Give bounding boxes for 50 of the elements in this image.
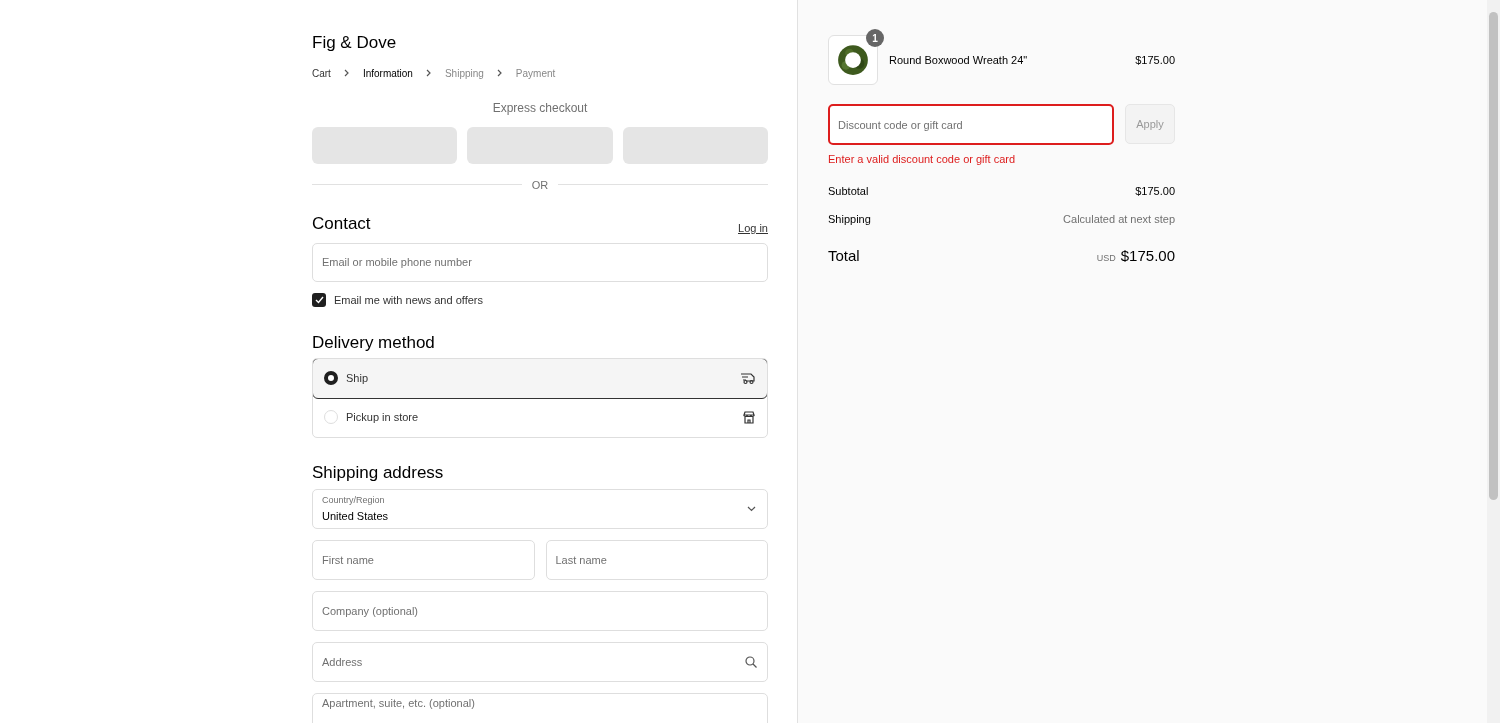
product-name: Round Boxwood Wreath 24" [889,52,1029,68]
radio-button[interactable] [324,371,338,385]
error-message: Enter a valid discount code or gift card [828,152,1017,167]
store-name: Fig & Dove [312,32,398,54]
product-price: $175.00 [1135,52,1175,68]
country-select[interactable]: Country/Region United States [312,489,768,529]
express-payment-button[interactable] [622,126,768,164]
text-field[interactable]: Apartment, suite, etc. (optional) [312,693,768,723]
shipping-value: Calculated at next step [1063,212,1175,227]
express-payment-button[interactable] [312,126,458,164]
option-label: Ship [346,370,370,386]
chevron-right-icon [342,69,351,77]
newsletter-checkbox[interactable] [312,292,326,307]
store-icon [742,410,756,424]
subtotal-label: Subtotal [828,183,869,199]
scrollbar[interactable] [1487,0,1500,723]
search-icon [745,656,757,668]
shipping-label: Shipping [828,212,871,227]
quantity-badge: 1 [866,29,884,47]
section-heading: Delivery method [312,332,436,354]
login-link[interactable]: Log in [738,220,768,237]
breadcrumb-link[interactable]: Information [362,65,413,81]
chevron-right-icon [424,69,433,77]
truck-icon [740,371,756,385]
breadcrumb-link[interactable]: Shipping [444,65,484,81]
address-field[interactable]: Address [312,642,768,682]
currency-code: USD [1096,251,1116,265]
chevron-right-icon [495,69,504,77]
subtotal-value: $175.00 [1135,183,1175,199]
select-value: United States [322,508,390,524]
total-label: Total [828,245,860,266]
text-field[interactable]: Company (optional) [312,591,768,631]
text-field[interactable]: First name [312,540,535,580]
chevron-down-icon [747,506,756,512]
divider-label: OR [531,177,549,193]
select-label: Country/Region [322,494,386,507]
breadcrumb-link[interactable]: Cart [312,65,331,81]
total-value: $175.00 [1120,245,1175,266]
express-checkout-title: Express checkout [491,99,589,117]
discount-field[interactable]: Discount code or gift card [828,104,1114,145]
text-field[interactable]: Last name [545,540,768,580]
section-heading: Contact [312,213,371,235]
breadcrumb-link[interactable]: Payment [515,65,556,81]
email-field[interactable]: Email or mobile phone number [312,242,768,282]
delivery-option[interactable]: Ship [313,358,767,398]
express-payment-button[interactable] [467,126,613,164]
newsletter-label: Email me with news and offers [334,292,483,308]
delivery-option[interactable]: Pickup in store [313,397,767,437]
option-label: Pickup in store [346,409,420,425]
section-heading: Shipping address [312,461,445,484]
